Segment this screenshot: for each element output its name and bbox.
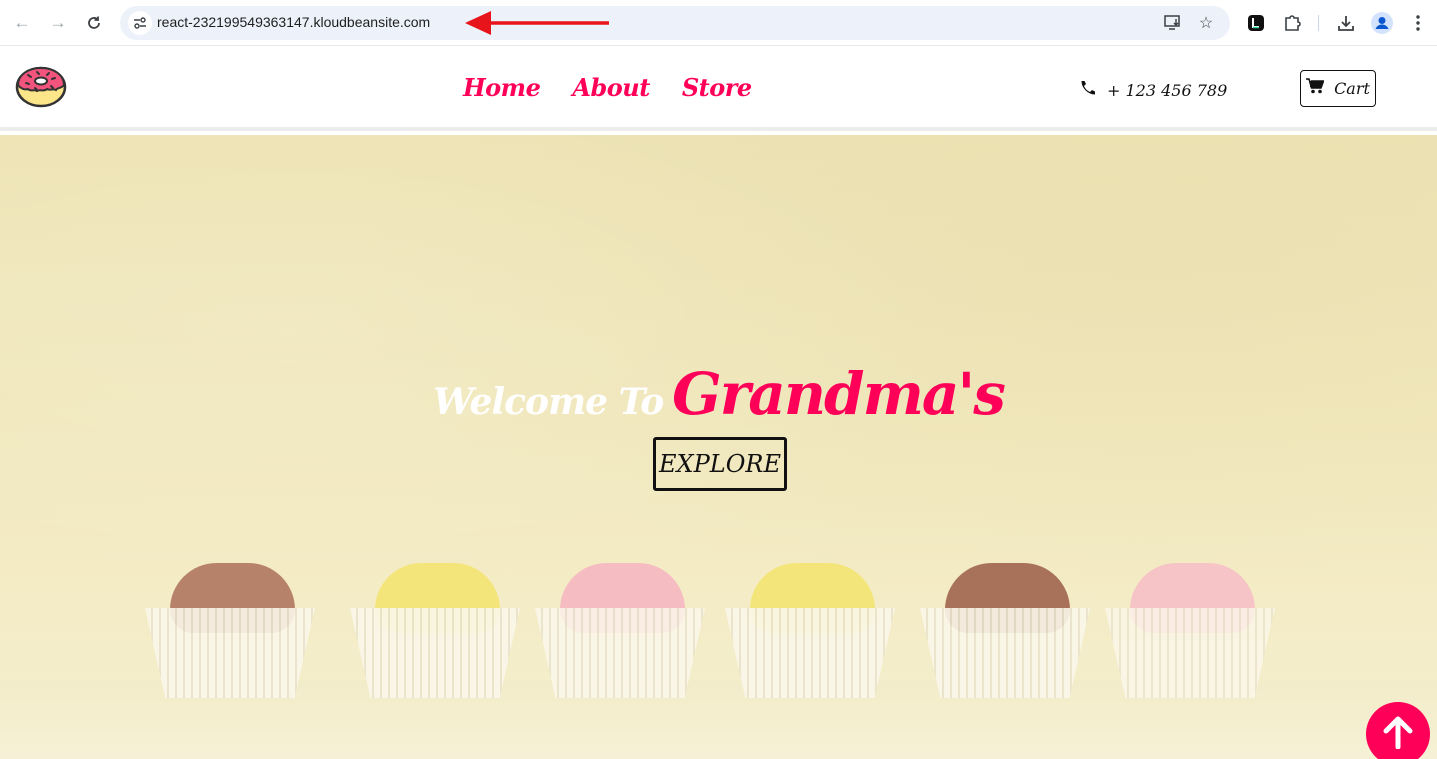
cupcake-chocolate-image (145, 563, 315, 698)
donut-logo-icon[interactable] (15, 64, 67, 108)
scroll-to-top-button[interactable] (1366, 702, 1430, 759)
shopping-cart-icon (1306, 78, 1325, 99)
cupcake-chocolate-image (920, 563, 1090, 698)
nav-home-link[interactable]: Home (463, 73, 541, 102)
cupcake-strawberry-image (535, 563, 705, 698)
cupcake-lemon-image (350, 563, 520, 698)
arrow-up-icon (1382, 715, 1414, 754)
nav-store-link[interactable]: Store (682, 73, 752, 102)
red-arrow-annotation (465, 11, 609, 35)
extensions-puzzle-icon[interactable] (1281, 12, 1303, 34)
site-info-icon[interactable] (128, 11, 152, 35)
reload-icon[interactable] (83, 12, 105, 34)
cupcake-lemon-image (725, 563, 895, 698)
cupcake-strawberry-image (1105, 563, 1275, 698)
hero-title: Welcome To Grandma's (0, 360, 1437, 428)
download-icon[interactable] (1335, 12, 1357, 34)
cart-button[interactable]: Cart (1300, 70, 1376, 107)
extension-l-icon[interactable] (1245, 12, 1267, 34)
forward-arrow-icon[interactable]: → (47, 12, 69, 34)
phone-icon (1080, 79, 1097, 101)
browser-toolbar: ← → react-232199549363147.kloudbeansite.… (0, 0, 1437, 46)
site-header: Home About Store + 123 456 789 Cart (0, 47, 1437, 131)
phone-contact[interactable]: + 123 456 789 (1080, 79, 1227, 101)
welcome-text: Welcome To (433, 381, 664, 423)
install-app-icon[interactable] (1163, 13, 1183, 33)
hero-banner: Welcome To Grandma's EXPLORE (0, 135, 1437, 759)
phone-number: + 123 456 789 (1107, 80, 1228, 100)
back-arrow-icon[interactable]: ← (11, 12, 33, 34)
nav-about-link[interactable]: About (572, 73, 650, 102)
toolbar-separator (1318, 15, 1319, 31)
brand-name: Grandma's (672, 360, 1006, 428)
url-text[interactable]: react-232199549363147.kloudbeansite.com (157, 14, 430, 30)
bookmark-star-icon[interactable]: ☆ (1196, 13, 1216, 33)
more-menu-icon[interactable] (1407, 12, 1429, 34)
explore-button[interactable]: EXPLORE (653, 437, 787, 491)
address-bar[interactable]: react-232199549363147.kloudbeansite.com … (120, 6, 1230, 40)
cart-label: Cart (1334, 79, 1370, 98)
profile-avatar-icon[interactable] (1371, 12, 1393, 34)
main-nav: Home About Store (463, 73, 752, 102)
